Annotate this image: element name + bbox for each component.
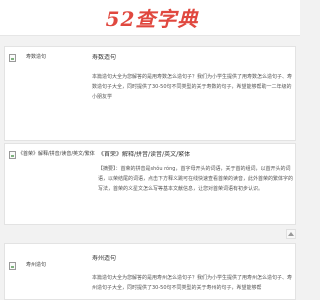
article-title[interactable]: 《首荣》解释/拼音/读音/英文/繁体 [98,151,294,159]
article-title[interactable]: 寿数造句 [92,54,292,62]
article-description: 本篇造句大全为您解答的是用寿州怎么造句子？我们为小学生提供了用寿州怎么造句子、寿… [92,275,293,291]
article-description: 本篇造句大全为您解答的是用寿数怎么造句子？我们为小学生提供了用寿数怎么造句子、寿… [92,74,293,100]
article-content: 寿州造句 本篇造句大全为您解答的是用寿州怎么造句子？我们为小学生提供了用寿州怎么… [92,255,292,293]
broken-image-icon [9,262,16,270]
article-content: 寿数造句 本篇造句大全为您解答的是用寿数怎么造句子？我们为小学生提供了用寿数怎么… [92,54,292,102]
article-thumbnail[interactable]: 寿数造句 [9,54,88,76]
article-title[interactable]: 寿州造句 [92,255,292,263]
article-content: 《首荣》解释/拼音/读音/英文/繁体 【摘要】：首荣的拼音是shǒu róng，… [98,151,294,194]
site-header: 52查字典 [0,0,300,36]
article-card[interactable]: 寿数造句 寿数造句 本篇造句大全为您解答的是用寿数怎么造句子？我们为小学生提供了… [4,46,296,141]
broken-image-icon [9,54,16,62]
chevron-up-icon [288,232,294,236]
article-card[interactable]: 《首荣》解释/拼音/读音/英文/繁体 《首荣》解释/拼音/读音/英文/繁体 【摘… [4,143,296,225]
article-thumbnail[interactable]: 寿州造句 [9,251,88,273]
thumbnail-alt-text: 寿数造句 [26,54,47,60]
thumbnail-alt-text: 寿州造句 [26,262,47,268]
article-card[interactable]: 寿州造句 寿州造句 本篇造句大全为您解答的是用寿州怎么造句子？我们为小学生提供了… [4,243,296,300]
site-logo[interactable]: 52查字典 [97,6,207,32]
broken-image-icon [9,151,16,159]
article-description: 【摘要】：首荣的拼音是shǒu róng，首字母开头的词语，关于首的组词，以首开… [98,166,294,192]
scroll-to-top-button[interactable] [286,229,296,239]
article-thumbnail[interactable]: 《首荣》解释/拼音/读音/英文/繁体 [9,151,109,173]
thumbnail-alt-text: 《首荣》解释/拼音/读音/英文/繁体 [18,151,95,157]
